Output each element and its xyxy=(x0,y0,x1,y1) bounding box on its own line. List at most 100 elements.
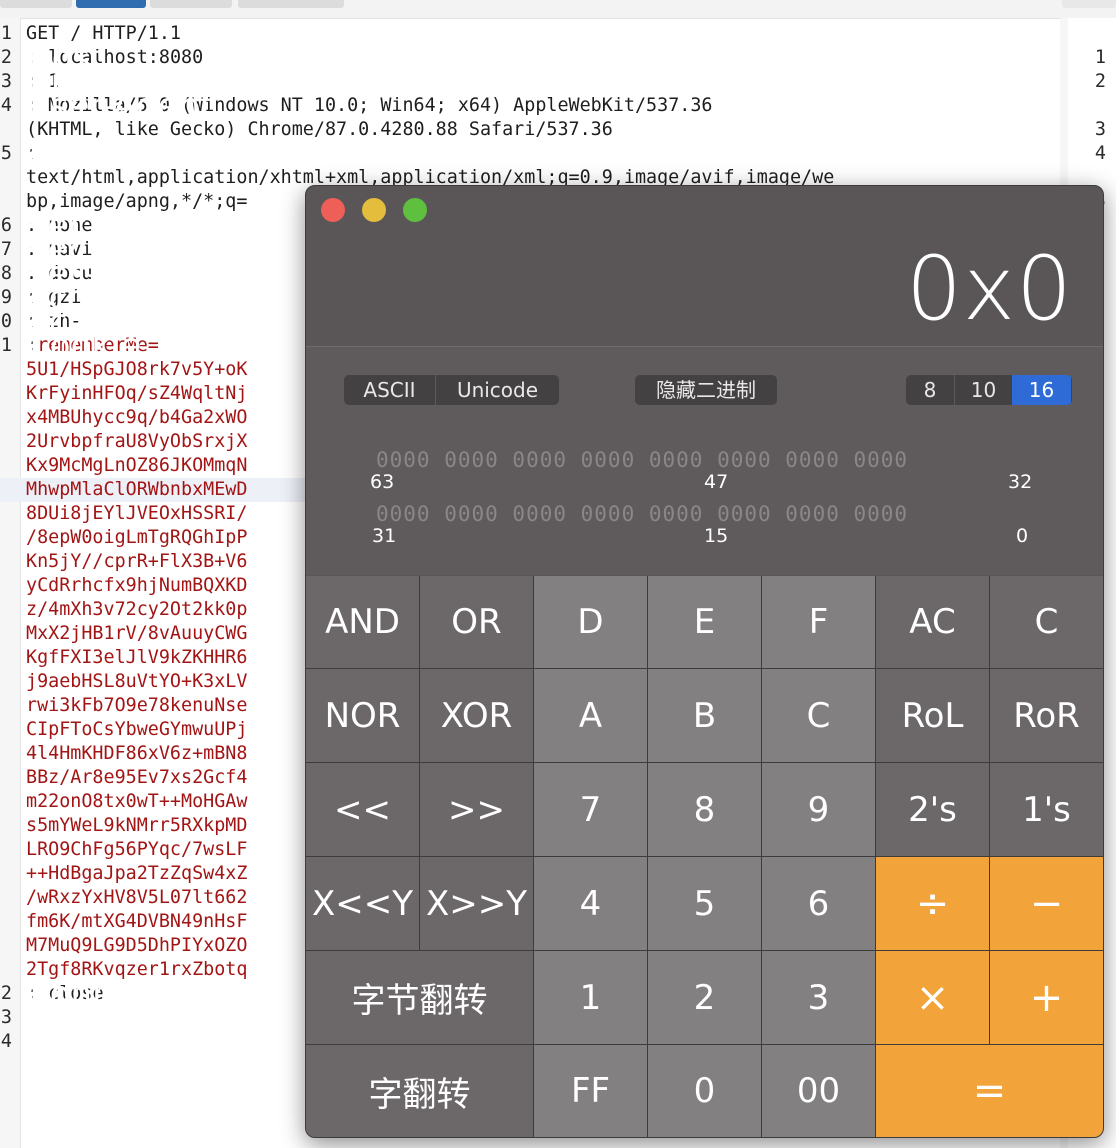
ascii-button[interactable]: ASCII xyxy=(344,375,435,405)
cookie-value: MhwpMlaClORWbnbxMEwD xyxy=(26,479,248,500)
double-zero-key[interactable]: 00 xyxy=(762,1045,875,1137)
unicode-button[interactable]: Unicode xyxy=(436,375,559,405)
cookie-value: j9aebHSL8uVtYO+K3xLV xyxy=(26,671,248,692)
zoom-window-button[interactable] xyxy=(403,198,427,222)
line-number: 4 xyxy=(0,95,12,116)
cookie-value: M7MuQ9LG9D5DhPIYxOZO xyxy=(26,935,248,956)
bit-label-0: 0 xyxy=(1016,525,1029,547)
header-name: User-Agent xyxy=(26,86,214,126)
x-shift-left-y-key[interactable]: X<<Y xyxy=(306,857,419,950)
header-name: Accept xyxy=(26,134,142,174)
six-key[interactable]: 6 xyxy=(762,857,875,950)
four-key[interactable]: 4 xyxy=(534,857,647,950)
cookie-value: LRO9ChFg56PYqc/7wsLF xyxy=(26,839,248,860)
calculator-window[interactable]: 0x0 ASCII Unicode 隐藏二进制 8 10 16 0000 000… xyxy=(305,185,1104,1138)
or-key[interactable]: OR xyxy=(420,576,533,668)
equals-key[interactable]: = xyxy=(876,1045,1103,1137)
a-key[interactable]: A xyxy=(534,669,647,762)
one-key[interactable]: 1 xyxy=(534,951,647,1044)
zero-key[interactable]: 0 xyxy=(648,1045,761,1137)
five-key[interactable]: 5 xyxy=(648,857,761,950)
d-key[interactable]: D xyxy=(534,576,647,668)
header-name: Connection xyxy=(26,974,219,1014)
cookie-value: yCdRrhcfx9hjNumBQXKD xyxy=(26,575,248,596)
line-number: 3 xyxy=(0,1007,12,1028)
twos-complement-key[interactable]: 2's xyxy=(876,763,989,856)
seven-key[interactable]: 7 xyxy=(534,763,647,856)
base-8-button[interactable]: 8 xyxy=(906,375,954,405)
tab-1[interactable] xyxy=(0,0,72,8)
line-content: Connection: close xyxy=(26,977,218,1011)
title-bar[interactable] xyxy=(306,186,1103,232)
line-number: 2 xyxy=(0,47,12,68)
editor-line[interactable]: (KHTML, like Gecko) Chrome/87.0.4280.88 … xyxy=(0,118,1060,142)
cookie-value: Kn5jY//cprR+FlX3B+V6 xyxy=(26,551,248,572)
editor-line[interactable]: 5 Accept: xyxy=(0,134,1060,174)
minimize-window-button[interactable] xyxy=(362,198,386,222)
minus-key[interactable]: − xyxy=(990,857,1103,950)
cookie-value: m22onO8tx0wT++MoHGAw xyxy=(26,791,248,812)
cookie-value: KgfFXI3elJlV9kZKHHR6 xyxy=(26,647,248,668)
two-key[interactable]: 2 xyxy=(648,951,761,1044)
byte-flip-key[interactable]: 字节翻转 xyxy=(306,951,533,1044)
cookie-value: 2UrvbpfraU8VyObSrxjX xyxy=(26,431,248,452)
line-content: User-Agent: Mozilla/5.0 (Windows NT 10.0… xyxy=(26,86,712,126)
ff-key[interactable]: FF xyxy=(534,1045,647,1137)
line-number: 8 xyxy=(0,263,12,284)
eight-key[interactable]: 8 xyxy=(648,763,761,856)
cookie-value: MxX2jHB1rV/8vAuuyCWG xyxy=(26,623,248,644)
x-shift-right-y-key[interactable]: X>>Y xyxy=(420,857,533,950)
line-number: 5 xyxy=(0,143,12,164)
ones-complement-key[interactable]: 1's xyxy=(990,763,1103,856)
f-key[interactable]: F xyxy=(762,576,875,668)
editor-line[interactable]: 1 GET / HTTP/1.1 xyxy=(0,22,1060,46)
line-number: 0 xyxy=(0,311,12,332)
base-10-button[interactable]: 10 xyxy=(955,375,1012,405)
plus-key[interactable]: + xyxy=(990,951,1103,1044)
cookie-value: /8epW0oigLmTgRQGhIpP xyxy=(26,527,248,548)
tab-5[interactable] xyxy=(1062,0,1116,8)
b-key[interactable]: B xyxy=(648,669,761,762)
tab-3[interactable] xyxy=(150,0,232,8)
clear-key[interactable]: C xyxy=(990,576,1103,668)
nor-key[interactable]: NOR xyxy=(306,669,419,762)
all-clear-key[interactable]: AC xyxy=(876,576,989,668)
right-line-number: 2 xyxy=(1094,71,1106,92)
line-number: 7 xyxy=(0,239,12,260)
and-key[interactable]: AND xyxy=(306,576,419,668)
c-hex-key[interactable]: C xyxy=(762,669,875,762)
rotate-left-key[interactable]: RoL xyxy=(876,669,989,762)
bit-label-47: 47 xyxy=(704,471,729,493)
shift-left-key[interactable]: << xyxy=(306,763,419,856)
cookie-value: ++HdBgaJpa2TzZqSw4xZ xyxy=(26,863,248,884)
cookie-value: s5mYWeL9kNMrr5RXkpMD xyxy=(26,815,248,836)
word-flip-key[interactable]: 字翻转 xyxy=(306,1045,533,1137)
keypad: AND OR D E F AC C NOR XOR A B C RoL RoR … xyxy=(306,576,1103,1137)
base-16-button[interactable]: 16 xyxy=(1012,375,1071,405)
multiply-key[interactable]: × xyxy=(876,951,989,1044)
shift-right-key[interactable]: >> xyxy=(420,763,533,856)
close-window-button[interactable] xyxy=(321,198,345,222)
tab-strip xyxy=(0,0,1116,19)
rotate-right-key[interactable]: RoR xyxy=(990,669,1103,762)
tab-4[interactable] xyxy=(238,0,344,8)
hide-binary-button[interactable]: 隐藏二进制 xyxy=(635,375,777,405)
nine-key[interactable]: 9 xyxy=(762,763,875,856)
bit-row-high[interactable]: 0000 0000 0000 0000 0000 0000 0000 0000 xyxy=(376,448,908,472)
bit-label-32: 32 xyxy=(1008,471,1033,493)
bit-label-15: 15 xyxy=(704,525,729,547)
line-number: 9 xyxy=(0,287,12,308)
bit-row-low[interactable]: 0000 0000 0000 0000 0000 0000 0000 0000 xyxy=(376,502,908,526)
e-key[interactable]: E xyxy=(648,576,761,668)
xor-key[interactable]: XOR xyxy=(420,669,533,762)
right-line-number: 4 xyxy=(1094,143,1106,164)
tab-2-active[interactable] xyxy=(76,0,146,8)
divide-key[interactable]: ÷ xyxy=(876,857,989,950)
line-number: 4 xyxy=(0,1031,12,1052)
line-number: 2 xyxy=(0,983,12,1004)
three-key[interactable]: 3 xyxy=(762,951,875,1044)
cookie-value: 8DUi8jEYlJVEOxHSSRI/ xyxy=(26,503,248,524)
cookie-value: BBz/Ar8e95Ev7xs2Gcf4 xyxy=(26,767,248,788)
editor-line[interactable]: 4 User-Agent: Mozilla/5.0 (Windows NT 10.… xyxy=(0,86,1060,126)
encoding-selector: ASCII Unicode xyxy=(344,375,559,405)
